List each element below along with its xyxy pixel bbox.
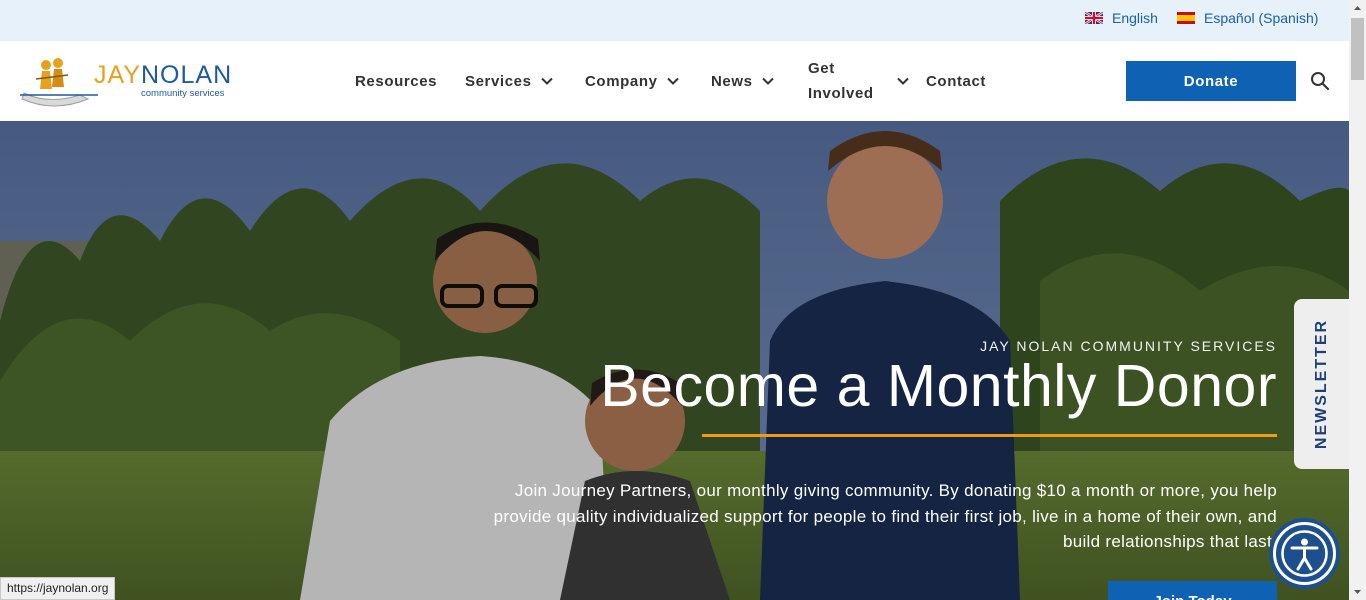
- nav-company-label: Company: [585, 72, 658, 90]
- logo-mark-icon: [20, 58, 98, 107]
- chevron-down-icon: [666, 77, 679, 85]
- scroll-down-arrow-icon[interactable]: [1349, 583, 1366, 600]
- newsletter-tab[interactable]: NEWSLETTER: [1294, 299, 1350, 469]
- nav-item-resources[interactable]: Resources: [355, 41, 437, 121]
- site-logo[interactable]: JAYNOLAN community services: [18, 55, 248, 111]
- hero-headline: Become a Monthly Donor: [600, 353, 1277, 419]
- hero-body-text: Join Journey Partners, our monthly givin…: [493, 481, 1277, 551]
- spain-flag-icon: [1177, 12, 1195, 24]
- logo-wordmark: JAYNOLAN: [94, 61, 232, 90]
- language-spanish-label: Español (Spanish): [1204, 10, 1319, 26]
- nav-item-services[interactable]: Services: [465, 41, 554, 121]
- logo-subtitle: community services: [141, 88, 225, 99]
- page-scrollbar[interactable]: [1349, 0, 1366, 600]
- chevron-down-icon: [896, 77, 909, 85]
- site-header: JAYNOLAN community services Resources Se…: [0, 41, 1349, 121]
- accessibility-icon: [1273, 522, 1336, 585]
- join-today-button[interactable]: Join Today: [1108, 581, 1277, 600]
- language-english-link[interactable]: English: [1085, 10, 1158, 26]
- nav-item-news[interactable]: News: [711, 41, 775, 121]
- newsletter-tab-label: NEWSLETTER: [1313, 318, 1330, 450]
- scrollbar-thumb[interactable]: [1351, 18, 1364, 80]
- chevron-down-icon: [761, 77, 774, 85]
- hero-divider: [702, 434, 1277, 437]
- language-english-label: English: [1112, 10, 1158, 26]
- scroll-up-arrow-icon[interactable]: [1349, 0, 1366, 17]
- chevron-down-icon: [540, 77, 553, 85]
- status-bar-url: https://jaynolan.org: [0, 577, 116, 600]
- nav-news-label: News: [711, 72, 753, 90]
- nav-contact-label: Contact: [926, 72, 987, 90]
- language-bar: English Español (Spanish): [0, 0, 1349, 41]
- nav-item-contact[interactable]: Contact: [926, 41, 986, 121]
- nav-item-get-involved[interactable]: Get Involved: [808, 41, 910, 121]
- donate-button[interactable]: Donate: [1126, 61, 1296, 101]
- hero-section: JAY NOLAN COMMUNITY SERVICES Become a Mo…: [0, 121, 1349, 600]
- nav-get-involved-label: Get Involved: [808, 56, 874, 106]
- nav-resources-label: Resources: [355, 72, 438, 90]
- nav-item-company[interactable]: Company: [585, 41, 680, 121]
- uk-flag-icon: [1085, 12, 1103, 24]
- nav-services-label: Services: [465, 72, 532, 90]
- language-spanish-link[interactable]: Español (Spanish): [1177, 10, 1318, 26]
- nav-get-involved-line1: Get: [808, 60, 835, 77]
- accessibility-button[interactable]: [1269, 518, 1340, 589]
- logo-name-jay: JAY: [94, 61, 141, 89]
- logo-name-nolan: NOLAN: [141, 61, 233, 89]
- nav-get-involved-line2: Involved: [808, 85, 874, 102]
- search-icon[interactable]: [1310, 71, 1330, 91]
